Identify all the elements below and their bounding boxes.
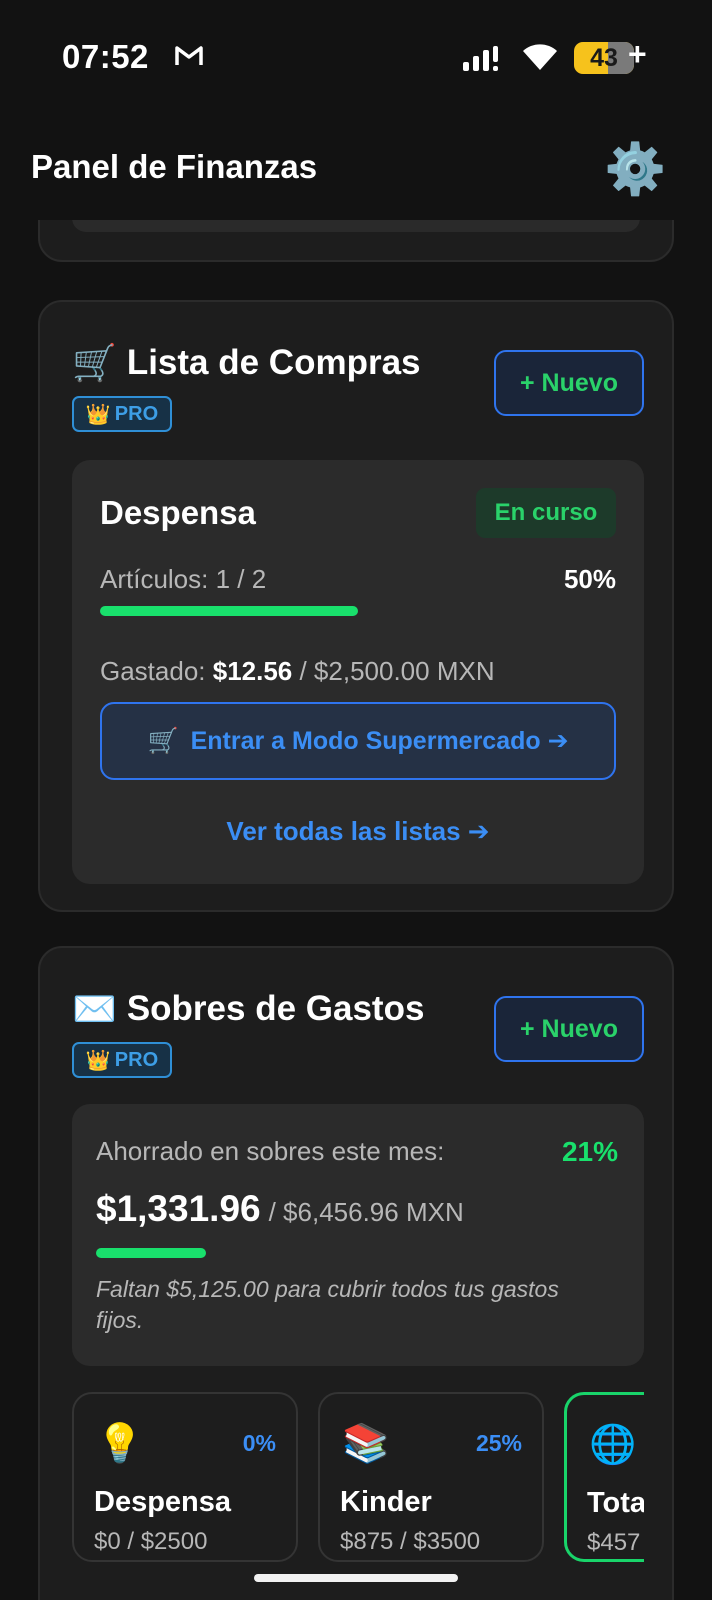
- saved-label: Ahorrado en sobres este mes:: [96, 1136, 445, 1166]
- pro-label: PRO: [114, 1048, 159, 1071]
- pro-label: PRO: [114, 402, 159, 425]
- wifi-icon: [523, 44, 557, 70]
- shopping-list-title-text: Lista de Compras: [126, 343, 421, 382]
- cart-icon: 🛒: [147, 726, 179, 755]
- status-time: 07:52: [62, 38, 149, 75]
- pro-badge: 👑 PRO: [72, 396, 172, 432]
- new-list-button[interactable]: + Nuevo: [494, 350, 644, 416]
- items-count: Artículos: 1 / 2: [100, 564, 267, 594]
- envelope-icon: ✉️: [72, 988, 117, 1029]
- status-badge: En curso: [476, 488, 616, 538]
- savings-progress-bar: [96, 1248, 620, 1258]
- budget-amount: / $2,500.00 MXN: [292, 656, 495, 686]
- savings-progress-fill: [96, 1248, 207, 1258]
- gmail-icon: [175, 46, 203, 65]
- shopping-list-title: 🛒 Lista de Compras: [72, 342, 421, 384]
- view-all-lists-link[interactable]: Ver todas las listas ➔: [72, 816, 644, 847]
- items-percent: 50%: [563, 564, 616, 594]
- envelopes-carousel[interactable]: 💡 0% Despensa $0 / $2500 📚 25% Kinder $8…: [72, 1392, 644, 1562]
- spent-prefix: Gastado:: [100, 656, 213, 686]
- crown-icon: 👑: [85, 403, 111, 426]
- expense-envelopes-card: ✉️ Sobres de Gastos 👑 PRO + Nuevo Ahorra…: [38, 946, 674, 1600]
- envelope-card[interactable]: 💡 0% Despensa $0 / $2500: [72, 1392, 298, 1562]
- status-bar: 07:52 43 +: [0, 0, 712, 116]
- charging-plus: +: [628, 36, 647, 72]
- envelope-amount: $0 / $2500: [94, 1528, 208, 1555]
- app-header: Panel de Finanzas ⚙️: [0, 116, 712, 220]
- home-indicator[interactable]: [254, 1574, 458, 1582]
- supermarket-mode-button[interactable]: 🛒 Entrar a Modo Supermercado ➔: [100, 702, 616, 780]
- envelope-card[interactable]: 📚 25% Kinder $875 / $3500: [318, 1392, 544, 1562]
- battery-level: 43: [590, 44, 618, 72]
- crown-icon: 👑: [85, 1049, 111, 1072]
- envelopes-title: ✉️ Sobres de Gastos: [72, 988, 424, 1030]
- envelope-name: Tota: [587, 1487, 644, 1519]
- pro-badge: 👑 PRO: [72, 1042, 172, 1078]
- envelope-percent: 0%: [242, 1430, 276, 1456]
- spent-summary: Gastado: $12.56 / $2,500.00 MXN: [100, 656, 495, 687]
- lightbulb-icon: 💡: [96, 1423, 144, 1465]
- shopping-list-card: 🛒 Lista de Compras 👑 PRO + Nuevo Despens…: [38, 300, 674, 912]
- page-title: Panel de Finanzas: [31, 148, 318, 185]
- savings-note: Faltan $5,125.00 para cubrir todos tus g…: [96, 1276, 559, 1334]
- shopping-list-item[interactable]: Despensa En curso Artículos: 1 / 2 50% G…: [72, 460, 644, 884]
- books-icon: 📚: [342, 1423, 390, 1465]
- saved-amount: $1,331.96 / $6,456.96 MXN: [96, 1188, 464, 1230]
- envelopes-title-text: Sobres de Gastos: [126, 989, 425, 1028]
- battery-icon: 43: [574, 42, 634, 74]
- supermarket-mode-label: Entrar a Modo Supermercado ➔: [190, 727, 569, 755]
- spent-amount: $12.56: [212, 656, 293, 686]
- envelope-name: Kinder: [340, 1486, 432, 1518]
- signal-icon: [463, 46, 498, 71]
- saved-percent: 21%: [561, 1136, 618, 1167]
- settings-gear-icon[interactable]: ⚙️: [604, 140, 666, 198]
- envelope-amount: $875 / $3500: [340, 1528, 481, 1555]
- shopping-cart-icon: 🛒: [72, 342, 117, 383]
- envelope-card-total[interactable]: 🌐 Tota $457: [564, 1392, 644, 1562]
- saved-value: $1,331.96: [96, 1188, 261, 1229]
- envelope-amount: $457: [587, 1529, 641, 1556]
- savings-summary: Ahorrado en sobres este mes: 21% $1,331.…: [72, 1104, 644, 1366]
- list-name: Despensa: [100, 494, 256, 531]
- saved-total: / $6,456.96 MXN: [268, 1197, 464, 1227]
- envelope-name: Despensa: [94, 1486, 232, 1518]
- globe-icon: 🌐: [589, 1424, 637, 1466]
- items-progress-bar: [100, 606, 616, 616]
- items-progress-fill: [100, 606, 358, 616]
- new-envelope-button[interactable]: + Nuevo: [494, 996, 644, 1062]
- envelope-percent: 25%: [475, 1430, 522, 1456]
